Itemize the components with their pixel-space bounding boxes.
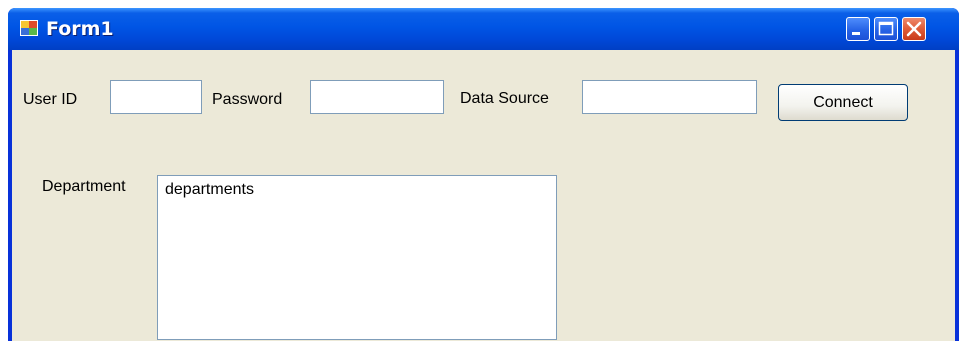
form-app-icon [20,20,38,36]
data-source-input[interactable] [582,80,757,114]
department-listbox[interactable]: departments [157,175,557,340]
title-bar[interactable]: Form1 [8,8,959,50]
connect-button[interactable]: Connect [778,84,908,121]
form1-window: Form1 User ID Password Data Source Conne… [8,8,959,341]
password-label: Password [212,91,283,108]
list-item[interactable]: departments [165,180,549,200]
form-client-area: User ID Password Data Source Connect Dep… [12,50,955,341]
user-id-label: User ID [23,91,78,108]
close-button[interactable] [902,17,926,41]
user-id-input[interactable] [110,80,202,114]
department-label: Department [42,178,126,195]
maximize-button[interactable] [874,17,898,41]
window-title: Form1 [46,18,114,40]
minimize-button[interactable] [846,17,870,41]
password-input[interactable] [310,80,444,114]
data-source-label: Data Source [460,90,549,107]
